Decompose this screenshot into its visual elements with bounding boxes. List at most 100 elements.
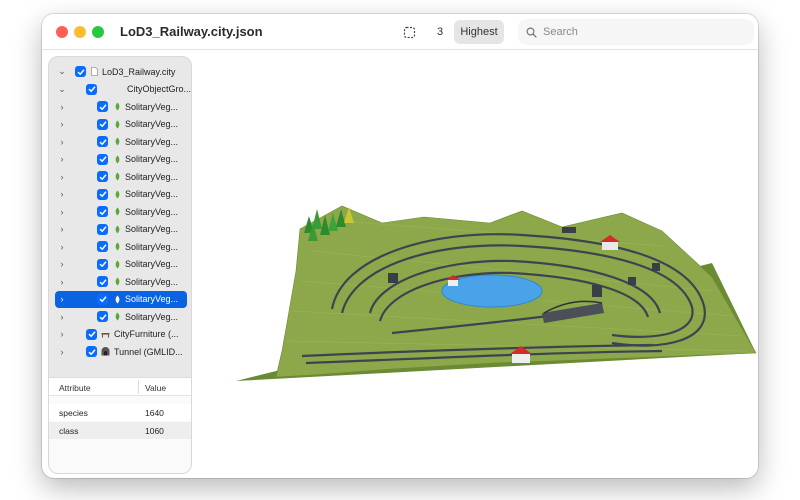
tree-vegetation-row[interactable]: › SolitaryVeg... — [55, 290, 187, 308]
checkbox[interactable] — [97, 241, 108, 253]
checkbox[interactable] — [97, 276, 108, 288]
minimize-button[interactable] — [74, 26, 86, 38]
tree-vegetation-row[interactable]: › SolitaryVeg... — [49, 221, 191, 239]
attribute-key: class — [59, 426, 79, 436]
tree-group-label: CityObjectGro... — [127, 84, 191, 95]
tunnel-icon — [101, 347, 110, 357]
leaf-icon — [113, 102, 122, 112]
column-divider[interactable] — [138, 380, 139, 394]
checkbox[interactable] — [97, 311, 108, 323]
checkbox[interactable] — [97, 293, 108, 305]
chevron-right-icon[interactable]: › — [57, 347, 67, 357]
file-icon — [90, 67, 99, 77]
tree-vegetation-row[interactable]: › SolitaryVeg... — [49, 151, 191, 169]
checkbox[interactable] — [86, 328, 97, 340]
checkbox[interactable] — [97, 171, 108, 183]
leaf-icon — [113, 259, 122, 269]
attribute-row[interactable]: class 1060 — [49, 422, 191, 439]
value-column-header[interactable]: Value — [145, 383, 166, 393]
tree-vegetation-label: SolitaryVeg... — [125, 154, 179, 165]
leaf-icon — [113, 224, 122, 234]
tree-vegetation-row[interactable]: › SolitaryVeg... — [49, 186, 191, 204]
chevron-right-icon[interactable]: › — [57, 102, 67, 112]
chevron-right-icon[interactable]: › — [57, 189, 67, 199]
tree-furniture-row[interactable]: › CityFurniture (... — [49, 326, 191, 344]
chevron-right-icon[interactable]: › — [57, 224, 67, 234]
3d-viewport[interactable] — [192, 51, 758, 478]
attribute-value: 1060 — [145, 426, 164, 436]
tree-vegetation-label: SolitaryVeg... — [125, 206, 179, 217]
tree-vegetation-label: SolitaryVeg... — [125, 189, 179, 200]
tree-vegetation-row[interactable]: › SolitaryVeg... — [49, 116, 191, 134]
bench-icon — [101, 329, 110, 339]
chevron-down-icon[interactable]: ⌄ — [57, 66, 67, 77]
checkbox[interactable] — [97, 136, 108, 148]
checkbox[interactable] — [75, 66, 86, 78]
chevron-right-icon[interactable]: › — [57, 137, 67, 147]
tree-vegetation-label: SolitaryVeg... — [125, 136, 179, 147]
leaf-icon — [113, 172, 122, 182]
tree-vegetation-row[interactable]: › SolitaryVeg... — [49, 203, 191, 221]
leaf-icon — [113, 119, 122, 129]
attribute-row[interactable]: species 1640 — [49, 404, 191, 421]
checkbox[interactable] — [97, 223, 108, 235]
chevron-right-icon[interactable]: › — [57, 172, 67, 182]
chevron-right-icon[interactable]: › — [57, 207, 67, 217]
leaf-icon — [113, 189, 122, 199]
tree-vegetation-label: SolitaryVeg... — [125, 294, 179, 305]
leaf-icon — [113, 294, 122, 304]
checkbox[interactable] — [97, 118, 108, 130]
zoom-button[interactable] — [92, 26, 104, 38]
tree-tunnel-row[interactable]: › Tunnel (GMLID... — [49, 343, 191, 361]
attributes-header: Attribute Value — [49, 378, 191, 396]
search-input[interactable] — [543, 26, 743, 38]
tree-vegetation-row[interactable]: › SolitaryVeg... — [49, 133, 191, 151]
chevron-down-icon[interactable]: ⌄ — [57, 84, 67, 95]
tree-furniture-label: CityFurniture (... — [114, 329, 179, 340]
checkbox[interactable] — [97, 153, 108, 165]
tree-vegetation-label: SolitaryVeg... — [125, 276, 179, 287]
chevron-right-icon[interactable]: › — [57, 329, 67, 339]
checkbox[interactable] — [97, 206, 108, 218]
checkbox[interactable] — [86, 346, 97, 358]
checkbox[interactable] — [97, 188, 108, 200]
tree-vegetation-label: SolitaryVeg... — [125, 241, 179, 252]
chevron-right-icon[interactable]: › — [57, 242, 67, 252]
chevron-right-icon[interactable]: › — [57, 277, 67, 287]
title-bar: LoD3_Railway.city.json 3 Highest — [42, 14, 758, 50]
tree-vegetation-label: SolitaryVeg... — [125, 259, 179, 270]
attribute-key: species — [59, 408, 88, 418]
chevron-right-icon[interactable]: › — [57, 154, 67, 164]
tree-root-row[interactable]: ⌄ LoD3_Railway.city — [49, 63, 191, 81]
tree-vegetation-row[interactable]: › SolitaryVeg... — [49, 168, 191, 186]
tree-vegetation-label: SolitaryVeg... — [125, 311, 179, 322]
chevron-right-icon[interactable]: › — [57, 119, 67, 129]
tree-vegetation-label: SolitaryVeg... — [125, 224, 179, 235]
tree-vegetation-row[interactable]: › SolitaryVeg... — [49, 308, 191, 326]
search-field[interactable] — [518, 19, 754, 45]
tree-group-row[interactable]: ⌄ CityObjectGro... — [49, 81, 191, 99]
chevron-right-icon[interactable]: › — [57, 294, 67, 304]
tree-vegetation-row[interactable]: › SolitaryVeg... — [49, 98, 191, 116]
app-window: LoD3_Railway.city.json 3 Highest ⌄ LoD3_… — [42, 14, 758, 478]
lod-highest-button[interactable]: Highest — [454, 20, 504, 44]
window-title: LoD3_Railway.city.json — [120, 24, 263, 39]
leaf-icon — [113, 242, 122, 252]
tree-vegetation-row[interactable]: › SolitaryVeg... — [49, 256, 191, 274]
checkbox[interactable] — [86, 83, 97, 95]
tree-vegetation-label: SolitaryVeg... — [125, 101, 179, 112]
attribute-column-header[interactable]: Attribute — [59, 383, 91, 393]
sidebar: ⌄ LoD3_Railway.city ⌄ CityObjectGro... ›… — [48, 56, 192, 474]
tree-vegetation-label: SolitaryVeg... — [125, 171, 179, 182]
checkbox[interactable] — [97, 258, 108, 270]
checkbox[interactable] — [97, 101, 108, 113]
tree-vegetation-row[interactable]: › SolitaryVeg... — [49, 238, 191, 256]
chevron-right-icon[interactable]: › — [57, 259, 67, 269]
chevron-right-icon[interactable]: › — [57, 312, 67, 322]
lod-level-number[interactable]: 3 — [430, 20, 450, 44]
tree-vegetation-row[interactable]: › SolitaryVeg... — [49, 273, 191, 291]
tree-tunnel-label: Tunnel (GMLID... — [114, 346, 183, 357]
selection-mode-button[interactable] — [396, 20, 422, 44]
close-button[interactable] — [56, 26, 68, 38]
tree-root-label: LoD3_Railway.city — [102, 66, 176, 77]
